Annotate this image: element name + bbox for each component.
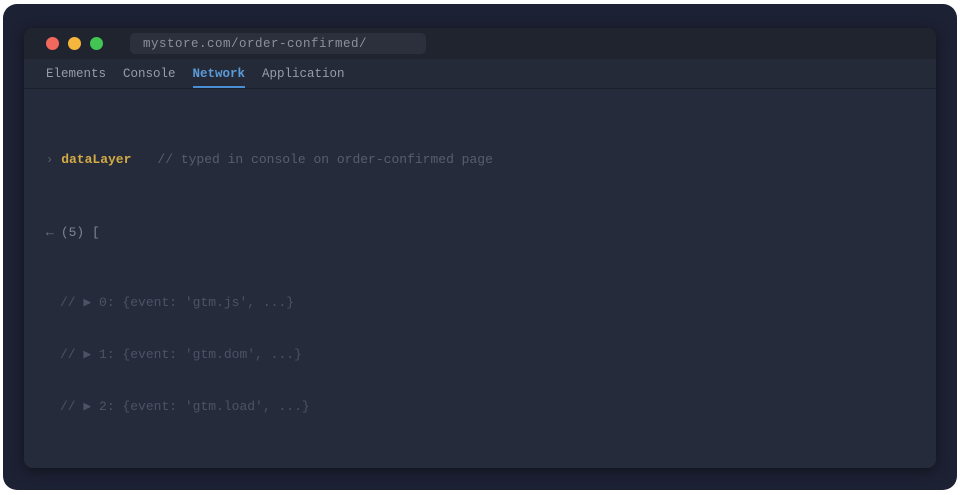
tab-network-label: Network [193,67,246,81]
tab-console-label: Console [123,67,176,81]
tab-elements[interactable]: Elements [46,59,106,88]
console-prompt-icon: › [46,153,53,167]
address-bar[interactable]: mystore.com/order-confirmed/ [130,33,426,54]
tab-network[interactable]: Network [193,59,246,88]
array-item-1-collapsed[interactable]: // ▶ 1: {event: 'gtm.dom', ...} [46,344,914,366]
maximize-window-icon[interactable] [90,37,103,50]
console-output: › dataLayer // typed in console on order-c… [24,89,936,468]
minimize-window-icon[interactable] [68,37,81,50]
tab-console[interactable]: Console [123,59,176,88]
console-input-line[interactable]: › dataLayer // typed in console on order-c… [46,150,914,170]
devtools-tabbar: Elements Console Network Application [24,59,936,89]
array-item-0-collapsed[interactable]: // ▶ 0: {event: 'gtm.js', ...} [46,292,914,314]
window-titlebar: mystore.com/order-confirmed/ [24,28,936,59]
tab-application-label: Application [262,67,345,81]
console-command-comment: // typed in console on order-confirmed p… [157,152,492,167]
return-arrow-icon: ← [46,225,54,240]
console-result-open: ← (5) [ [46,223,914,243]
array-item-2-collapsed[interactable]: // ▶ 2: {event: 'gtm.load', ...} [46,396,914,418]
tab-application[interactable]: Application [262,59,345,88]
browser-devtools-window: mystore.com/order-confirmed/ Elements Co… [24,28,936,468]
tab-elements-label: Elements [46,67,106,81]
page-url: mystore.com/order-confirmed/ [143,37,367,51]
page-backdrop: mystore.com/order-confirmed/ Elements Co… [3,4,957,490]
array-length-open: (5) [ [61,225,100,240]
console-command: dataLayer [61,152,131,167]
close-window-icon[interactable] [46,37,59,50]
